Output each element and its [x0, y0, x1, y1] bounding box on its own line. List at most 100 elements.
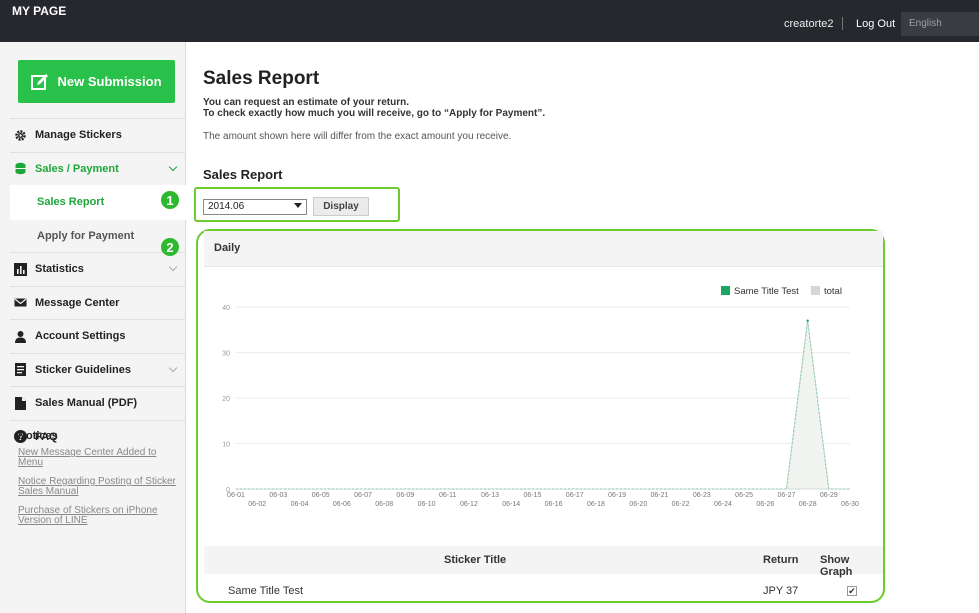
x-tick-label: 06-30: [841, 501, 859, 508]
table-header: Sticker Title Return Show Graph: [204, 546, 883, 578]
sidebar-subitem-apply-for-payment[interactable]: Apply for Payment: [10, 218, 186, 253]
x-tick-label: 06-16: [545, 501, 563, 508]
x-tick-label: 06-04: [291, 501, 309, 508]
chevron-down-icon: [168, 162, 178, 171]
sidebar-item-label: Sales / Payment: [35, 162, 119, 175]
legend-label: total: [824, 286, 842, 297]
sidebar-item-message-center[interactable]: Message Center: [10, 285, 186, 320]
x-tick-label: 06-26: [756, 501, 774, 508]
daily-sales-chart: 01020304006-0106-0206-0306-0406-0506-060…: [222, 286, 859, 508]
dropdown-arrow-icon: [294, 203, 302, 208]
sidebar-item-label: Sticker Guidelines: [35, 363, 131, 376]
x-tick-label: 06-27: [778, 492, 796, 499]
x-tick-label: 06-05: [312, 492, 330, 499]
sidebar-item-account-settings[interactable]: Account Settings: [10, 319, 186, 353]
section-title: Sales Report: [203, 167, 283, 182]
y-tick-label: 40: [222, 305, 230, 312]
user-icon: [14, 330, 27, 343]
intro-text: You can request an estimate of your retu…: [203, 97, 545, 119]
logout-link[interactable]: Log Out: [856, 18, 895, 30]
show-graph-checkbox[interactable]: ✔: [847, 586, 857, 596]
x-tick-label: 06-21: [650, 492, 668, 499]
x-tick-label: 06-10: [418, 501, 436, 508]
intro-line-2: To check exactly how much you will recei…: [203, 108, 546, 119]
y-tick-label: 20: [222, 396, 230, 403]
row-return: JPY 37: [763, 585, 799, 597]
column-header-return: Return: [763, 554, 799, 566]
sidebar-subitem-sales-report[interactable]: Sales Report: [10, 185, 186, 219]
sidebar-item-label: Sales Manual (PDF): [35, 397, 138, 410]
x-tick-label: 06-23: [693, 492, 711, 499]
x-tick-label: 06-19: [608, 492, 626, 499]
divider: [842, 17, 843, 30]
file-icon: [14, 396, 27, 410]
gear-icon: [14, 129, 27, 142]
x-tick-label: 06-24: [714, 501, 732, 508]
x-tick-label: 06-13: [481, 492, 499, 499]
x-tick-label: 06-09: [396, 492, 414, 499]
x-tick-label: 06-22: [672, 501, 690, 508]
column-header-show-graph: Show Graph: [820, 554, 853, 578]
y-tick-label: 30: [222, 351, 230, 358]
table-row: Same Title Test JPY 37 ✔: [204, 580, 883, 602]
x-tick-label: 06-20: [629, 501, 647, 508]
x-tick-label: 06-25: [735, 492, 753, 499]
x-tick-label: 06-14: [502, 501, 520, 508]
sidebar-item-sales-manual[interactable]: Sales Manual (PDF): [10, 386, 186, 420]
x-tick-label: 06-06: [333, 501, 351, 508]
coins-icon: [14, 162, 27, 175]
x-tick-label: 06-15: [523, 492, 541, 499]
annotation-badge-1: 1: [161, 191, 179, 209]
notices-panel: Notices New Message Center Added to Menu…: [18, 430, 183, 535]
sidebar-nav: Manage Stickers Sales / Payment Sales Re…: [10, 118, 186, 453]
edit-icon: [31, 73, 49, 90]
top-bar: MY PAGE creatorte2 Log Out English: [0, 0, 979, 42]
sidebar-item-label: Statistics: [35, 263, 84, 276]
x-tick-label: 06-12: [460, 501, 478, 508]
new-submission-label: New Submission: [57, 74, 162, 89]
x-tick-label: 06-08: [375, 501, 393, 508]
display-button[interactable]: Display: [313, 197, 369, 216]
envelope-icon: [14, 296, 27, 309]
chevron-down-icon: [168, 262, 178, 272]
sidebar-subitem-label: Apply for Payment: [37, 229, 135, 242]
x-tick-label: 06-29: [820, 492, 838, 499]
notice-link[interactable]: Notice Regarding Posting of Sticker Sale…: [18, 477, 183, 497]
period-select-value: 2014.06: [208, 201, 245, 212]
intro-line-1: You can request an estimate of your retu…: [203, 97, 409, 108]
app-title: MY PAGE: [12, 4, 67, 18]
username-link[interactable]: creatorte2: [784, 18, 834, 30]
series-line-main: [236, 320, 850, 490]
notice-link[interactable]: New Message Center Added to Menu: [18, 448, 183, 468]
sidebar-item-label: Manage Stickers: [35, 129, 122, 142]
series-area-total: [236, 320, 850, 490]
notice-link[interactable]: Purchase of Stickers on iPhone Version o…: [18, 506, 183, 526]
chevron-down-icon: [168, 363, 178, 372]
intro-note: The amount shown here will differ from t…: [203, 131, 512, 142]
x-tick-label: 06-18: [587, 501, 605, 508]
sidebar-item-sales-payment[interactable]: Sales / Payment: [10, 151, 186, 186]
bar-chart-icon: [14, 262, 27, 276]
new-submission-button[interactable]: New Submission: [18, 60, 175, 103]
language-select[interactable]: English: [901, 12, 979, 36]
x-tick-label: 06-01: [227, 492, 245, 499]
sidebar: New Submission Manage Stickers Sales / P…: [0, 42, 186, 613]
sidebar-item-manage-stickers[interactable]: Manage Stickers: [10, 118, 186, 152]
sidebar-subitem-label: Sales Report: [37, 196, 105, 209]
notices-title: Notices: [18, 430, 58, 442]
sidebar-item-label: Account Settings: [35, 330, 126, 343]
page-title: Sales Report: [203, 68, 320, 89]
legend-swatch: [811, 286, 820, 295]
column-header-title: Sticker Title: [444, 554, 507, 566]
legend-label: Same Title Test: [734, 286, 799, 297]
sidebar-item-sticker-guidelines[interactable]: Sticker Guidelines: [10, 352, 186, 387]
x-tick-label: 06-28: [799, 501, 817, 508]
period-select[interactable]: 2014.06: [203, 199, 307, 215]
x-tick-label: 06-03: [269, 492, 287, 499]
sidebar-item-label: Message Center: [35, 296, 120, 309]
y-tick-label: 10: [222, 442, 230, 449]
x-tick-label: 06-11: [439, 492, 456, 499]
legend-swatch: [721, 286, 730, 295]
x-tick-label: 06-17: [566, 492, 584, 499]
sidebar-item-statistics[interactable]: Statistics: [10, 252, 186, 286]
